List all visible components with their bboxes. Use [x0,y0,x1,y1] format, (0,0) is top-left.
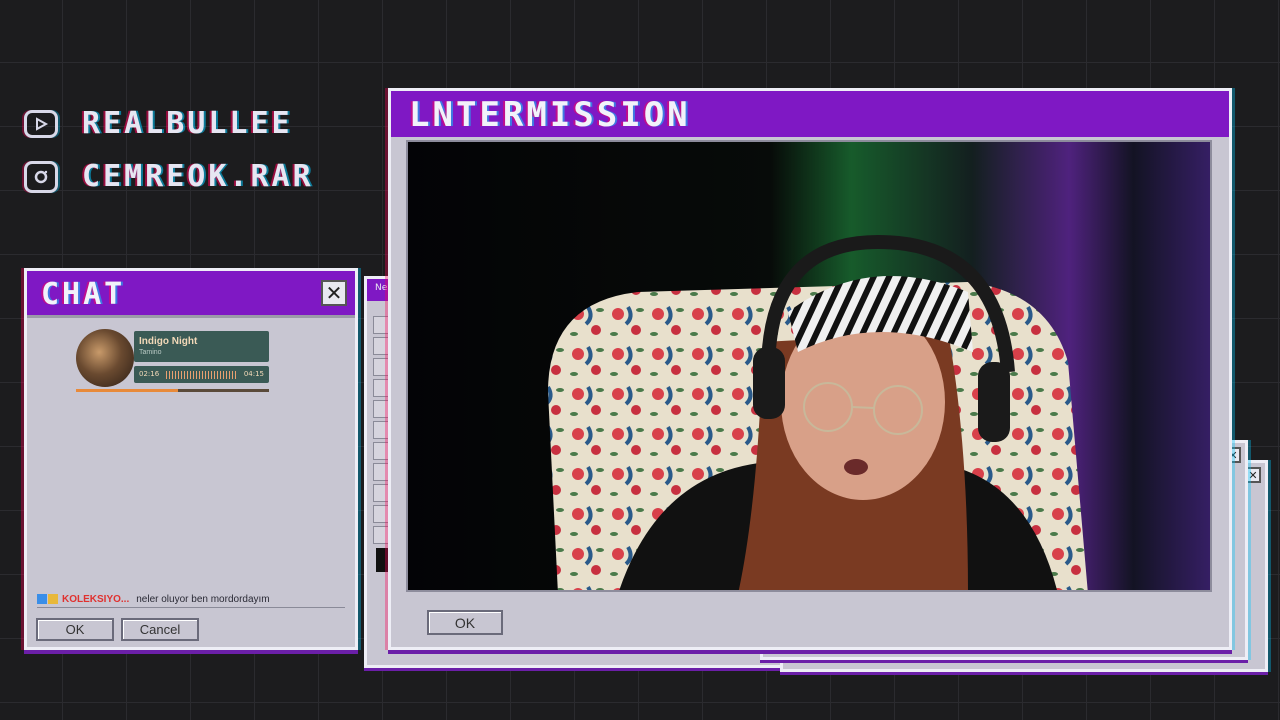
intermission-title: LNTERMISSION [409,95,691,135]
elapsed-time: 02:16 [139,370,160,378]
chat-message: KOLEKSIYO... neler oluyor ben mordordayı… [37,591,347,607]
chat-text: neler oluyor ben mordordayım [136,593,270,605]
chat-titlebar: CHAT ✕ [27,271,355,318]
webcam-feed [406,140,1212,592]
paint-title: Ne [375,283,388,293]
chat-title: CHAT [41,277,126,312]
chat-username: KOLEKSIYO... [62,593,130,605]
album-art [76,329,134,387]
progress-track [76,389,269,392]
chat-window: CHAT ✕ Indigo Night Tamino 02:16 04:15 K… [24,268,358,650]
progress-fill [76,389,179,392]
youtube-icon [24,109,58,138]
intermission-titlebar: LNTERMISSION [391,91,1229,137]
close-icon[interactable]: ✕ [321,280,347,306]
track-title: Indigo Night [139,336,198,347]
total-time: 04:15 [243,370,264,378]
track-artist: Tamino [139,349,162,356]
instagram-icon [24,160,58,193]
waveform [166,371,238,379]
cancel-button[interactable]: Cancel [121,618,199,641]
youtube-handle: REALBULLEE [82,106,293,141]
divider [37,607,345,608]
track-card: Indigo Night Tamino [134,331,269,362]
ok-button[interactable]: OK [427,610,503,635]
social-youtube: REALBULLEE [24,106,293,141]
playback-bar: 02:16 04:15 [134,366,269,383]
instagram-handle: CEMREOK.RAR [82,159,314,194]
badge-icon [37,594,47,604]
social-instagram: CEMREOK.RAR [24,159,314,194]
badge-icon [48,594,58,604]
ok-button[interactable]: OK [36,618,114,641]
color-swatch[interactable] [376,548,388,572]
